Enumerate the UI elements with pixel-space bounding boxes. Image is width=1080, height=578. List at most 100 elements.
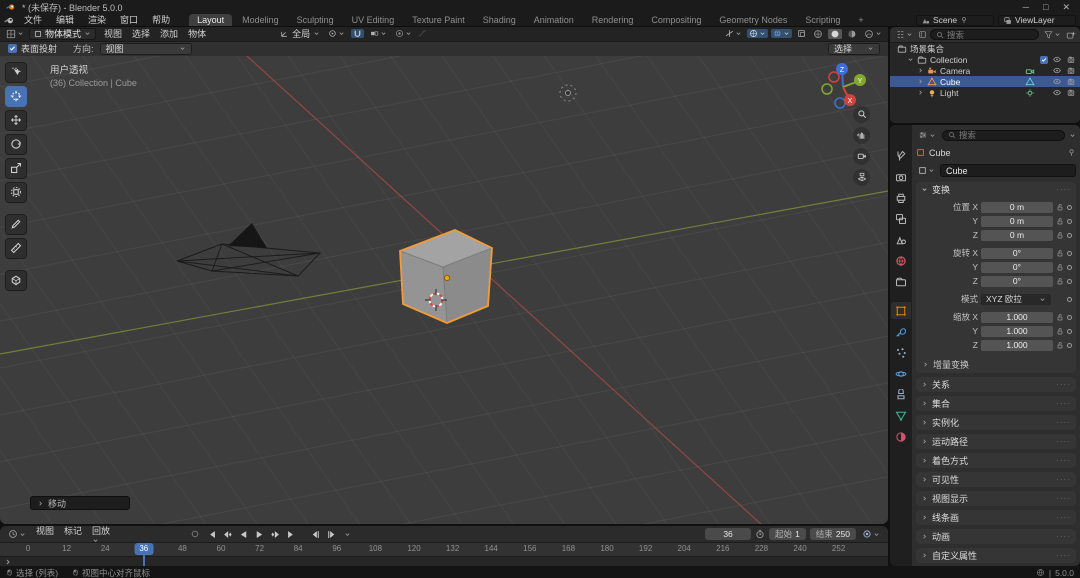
panel-options-icon[interactable]: ···· [1056, 437, 1071, 446]
timeline-menu-视图[interactable]: 视图 [31, 526, 59, 544]
properties-tab-physics[interactable] [891, 365, 911, 382]
lock-icon[interactable] [1056, 277, 1064, 286]
panel-options-icon[interactable]: ···· [1056, 513, 1071, 522]
workspace-tab-rendering[interactable]: Rendering [584, 14, 642, 26]
xray-toggle-button[interactable] [795, 29, 808, 38]
animate-property-dot[interactable] [1067, 204, 1072, 210]
hide-toggle[interactable] [1052, 88, 1062, 97]
workspace-tab-shading[interactable]: Shading [475, 14, 524, 26]
expand-channels-icon[interactable] [4, 558, 12, 566]
transform-value-field[interactable]: 0 m [981, 229, 1053, 241]
ortho-toggle-button[interactable] [853, 168, 870, 186]
properties-tab-modifiers[interactable] [891, 323, 911, 340]
properties-editor-type-button[interactable] [916, 130, 938, 140]
properties-tab-world[interactable] [891, 252, 911, 269]
panel-options-icon[interactable]: ···· [1056, 456, 1071, 465]
outliner-row-collection[interactable]: Collection [890, 54, 1080, 65]
properties-tab-collection[interactable] [891, 273, 911, 290]
outliner-row-camera[interactable]: Camera [890, 65, 1080, 76]
tool-move[interactable] [5, 109, 27, 131]
transform-value-field[interactable]: 1.000 [981, 311, 1053, 323]
animate-property-dot[interactable] [1067, 342, 1072, 348]
pivot-point-button[interactable] [326, 29, 347, 38]
current-frame-field[interactable]: 36 [705, 528, 752, 541]
pin-icon[interactable] [1067, 148, 1076, 157]
viewport-3d-canvas[interactable]: 用户透视 (36) Collection | Cube Z Y X 移动 [0, 55, 888, 525]
maximize-button[interactable]: □ [1043, 2, 1048, 13]
workspace-tab-modeling[interactable]: Modeling [234, 14, 287, 26]
workspace-tab-texture-paint[interactable]: Texture Paint [404, 14, 473, 26]
animate-property-dot[interactable] [1067, 264, 1072, 270]
render-visibility-toggle[interactable] [1066, 88, 1076, 97]
workspace-tab-scripting[interactable]: Scripting [797, 14, 848, 26]
properties-tab-scene[interactable] [891, 231, 911, 248]
object-name-input[interactable] [940, 164, 1076, 178]
playback-play-reverse[interactable] [236, 528, 250, 540]
expand-toggle[interactable] [907, 56, 914, 63]
lock-icon[interactable] [1056, 327, 1064, 336]
mode-dropdown[interactable]: 物体模式 [29, 27, 97, 40]
operator-panel[interactable]: 移动 [30, 496, 130, 511]
outliner-item-label[interactable]: Camera [940, 66, 1022, 76]
frame-end-field[interactable]: 结束 250 [809, 528, 856, 541]
viewport-menu-视图[interactable]: 视图 [99, 27, 127, 40]
timeline-menu-标记[interactable]: 标记 [59, 526, 87, 544]
menubar-menu-渲染[interactable]: 渲染 [81, 14, 113, 26]
panel-options-icon[interactable]: ···· [1056, 475, 1071, 484]
shading-solid-button[interactable] [828, 28, 842, 39]
close-button[interactable]: ✕ [1062, 2, 1070, 13]
expand-toggle[interactable] [917, 78, 924, 85]
falloff-icon[interactable] [418, 29, 427, 38]
lock-icon[interactable] [1056, 249, 1064, 258]
panel-options-icon[interactable]: ···· [1056, 494, 1071, 503]
animate-property-dot[interactable] [1067, 296, 1072, 302]
menubar-menu-文件[interactable]: 文件 [17, 14, 49, 26]
camera-view-button[interactable] [853, 147, 870, 165]
render-visibility-toggle[interactable] [1066, 77, 1076, 86]
select-mode-dropdown[interactable]: 选择 [828, 42, 880, 55]
shading-material-button[interactable] [845, 29, 859, 39]
outliner-display-mode-button[interactable] [894, 30, 915, 39]
pin-icon[interactable] [960, 16, 968, 24]
shading-wireframe-button[interactable] [811, 29, 825, 39]
animate-property-dot[interactable] [1067, 250, 1072, 256]
new-collection-icon[interactable] [1066, 30, 1076, 40]
workspace-tab-uv-editing[interactable]: UV Editing [344, 14, 403, 26]
transform-value-field[interactable]: 0° [981, 261, 1053, 273]
tool-rotate[interactable] [5, 133, 27, 155]
workspace-tab-animation[interactable]: Animation [526, 14, 582, 26]
animate-property-dot[interactable] [1067, 314, 1072, 320]
playback-step-options[interactable] [340, 528, 354, 540]
viewlayer-selector[interactable]: ViewLayer [998, 14, 1076, 26]
viewport-menu-物体[interactable]: 物体 [183, 27, 211, 40]
tool-transform[interactable] [5, 181, 27, 203]
overlay-globe-button[interactable] [771, 29, 792, 39]
workspace-tab-layout[interactable]: Layout [189, 14, 233, 26]
transform-value-field[interactable]: 0 m [981, 201, 1053, 213]
snap-button[interactable] [351, 29, 365, 39]
properties-search[interactable] [942, 129, 1065, 141]
lock-icon[interactable] [1056, 231, 1064, 240]
properties-tab-particles[interactable] [891, 344, 911, 361]
timeline-ruler[interactable]: 0 12 24 48 60 72 84 96 108 120 132 144 156 168 180 192 2… [0, 543, 888, 566]
outliner-row-cube[interactable]: Cube [890, 76, 1080, 87]
transform-value-field[interactable]: 1.000 [981, 325, 1053, 337]
properties-search-input[interactable] [959, 130, 1059, 141]
animate-property-dot[interactable] [1067, 278, 1072, 284]
minimize-button[interactable]: ─ [1023, 2, 1029, 13]
properties-tab-object[interactable] [891, 302, 911, 319]
playback-play[interactable] [252, 528, 266, 540]
lock-icon[interactable] [1056, 203, 1064, 212]
lock-icon[interactable] [1056, 263, 1064, 272]
show-gizmo-button[interactable] [723, 29, 744, 38]
outliner-item-label[interactable]: Collection [930, 55, 1037, 65]
orientation-button[interactable]: 全局 [278, 27, 322, 40]
transform-value-field[interactable]: 0 m [981, 215, 1053, 227]
panel-options-icon[interactable]: ···· [1056, 551, 1071, 560]
expand-toggle[interactable] [917, 89, 924, 96]
playhead[interactable]: 36 [134, 543, 154, 556]
keying-set-icon[interactable] [188, 528, 202, 540]
render-visibility-toggle[interactable] [1066, 55, 1076, 64]
panel-header-实例化[interactable]: 实例化 ···· [916, 415, 1076, 430]
show-overlays-button[interactable] [747, 29, 768, 39]
